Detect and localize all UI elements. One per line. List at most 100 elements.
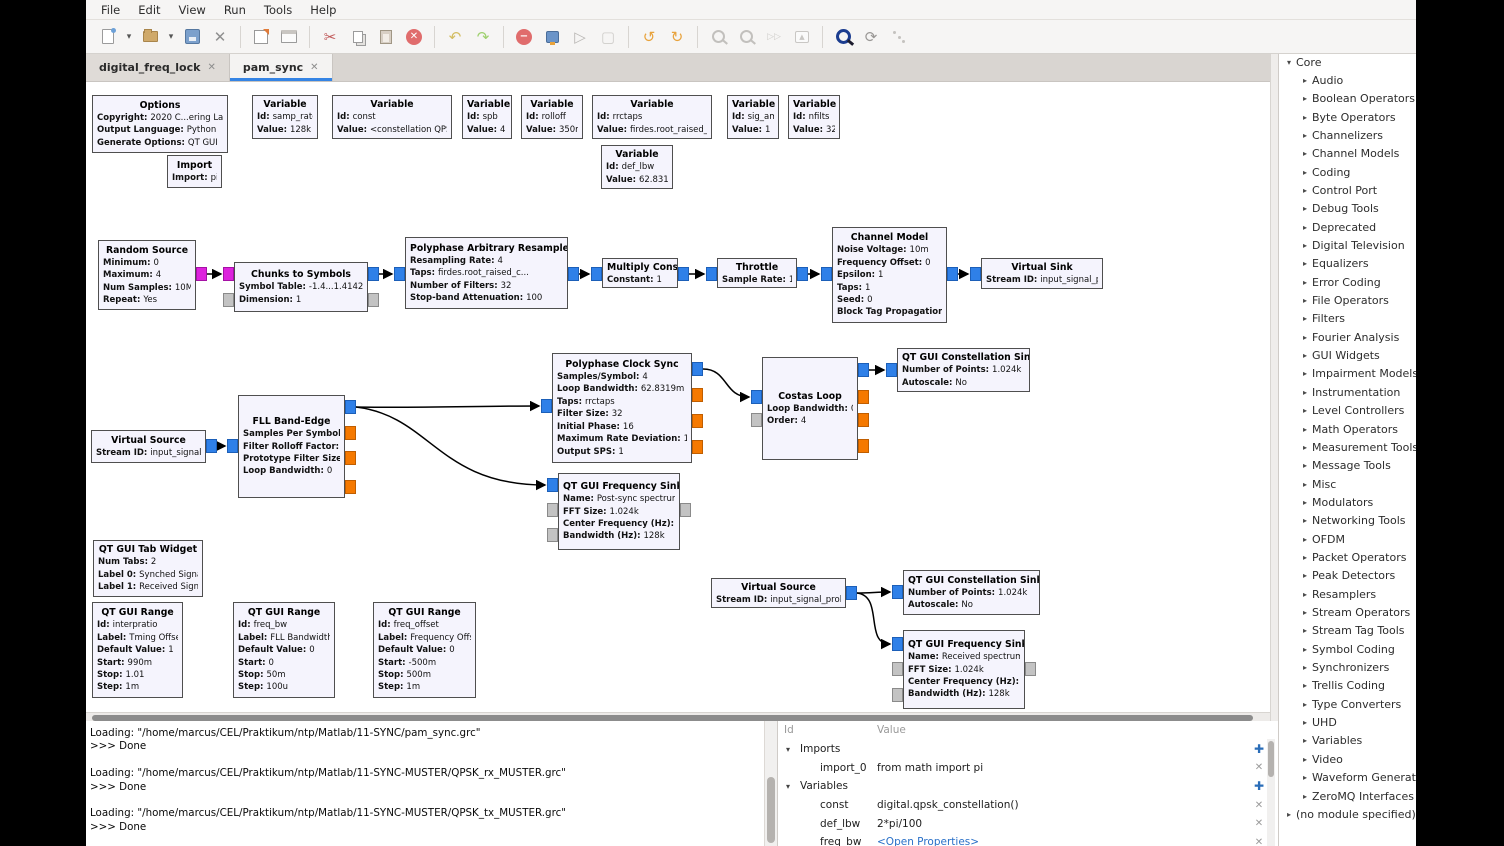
screenshot-icon[interactable] bbox=[276, 24, 302, 50]
library-category-modulators[interactable]: ▸Modulators bbox=[1279, 493, 1416, 511]
block-variable-const[interactable]: VariableId: constValue: <constellation Q… bbox=[332, 95, 452, 139]
library-category-byte-operators[interactable]: ▸Byte Operators bbox=[1279, 108, 1416, 126]
block-qt-gui-tab-widget[interactable]: QT GUI Tab WidgetNum Tabs: 2Label 0: Syn… bbox=[93, 540, 203, 597]
varpanel-row-def_lbw[interactable]: def_lbw2*pi/100✕ bbox=[778, 814, 1278, 833]
collapsed-arrow-icon[interactable]: ▸ bbox=[1300, 369, 1310, 378]
block-variable-samp-rate[interactable]: VariableId: samp_rateValue: 128k bbox=[252, 95, 318, 139]
block-costas-loop[interactable]: Costas LoopLoop Bandwidth: 0Order: 4 bbox=[762, 357, 858, 460]
output-port-polyphase-arbitrary-resampler[interactable] bbox=[568, 267, 579, 281]
varpanel-row-const[interactable]: constdigital.qpsk_constellation()✕ bbox=[778, 796, 1278, 815]
block-qt-gui-frequency-sink-1[interactable]: QT GUI Frequency SinkName: Post-sync spe… bbox=[558, 473, 680, 550]
collapsed-arrow-icon[interactable]: ▸ bbox=[1300, 736, 1310, 745]
collapsed-arrow-icon[interactable]: ▸ bbox=[1300, 406, 1310, 415]
collapsed-arrow-icon[interactable]: ▸ bbox=[1300, 131, 1310, 140]
disable-icon[interactable]: − bbox=[511, 24, 537, 50]
library-category-core[interactable]: ▾Core bbox=[1279, 54, 1416, 71]
connection-virtual-source2-to-freq-sink[interactable] bbox=[857, 593, 890, 644]
collapsed-arrow-icon[interactable]: ▸ bbox=[1300, 590, 1310, 599]
varpanel-row-variables[interactable]: ▾Variables✚ bbox=[778, 777, 1278, 796]
block-variable-def-lbw[interactable]: VariableId: def_lbwValue: 62.8319m bbox=[601, 145, 673, 189]
collapsed-arrow-icon[interactable]: ▸ bbox=[1300, 663, 1310, 672]
expanded-arrow-icon[interactable]: ▾ bbox=[1284, 58, 1294, 67]
zoom-in-icon[interactable] bbox=[705, 24, 731, 50]
input-port-chunks-to-symbols[interactable] bbox=[223, 293, 234, 307]
menu-run[interactable]: Run bbox=[215, 1, 255, 19]
bus-ports-icon[interactable] bbox=[886, 24, 912, 50]
flowgraph-properties-icon[interactable] bbox=[248, 24, 274, 50]
output-port-chunks-to-symbols[interactable] bbox=[368, 267, 379, 281]
block-channel-model[interactable]: Channel ModelNoise Voltage: 10mFrequency… bbox=[832, 227, 947, 323]
collapsed-arrow-icon[interactable]: ▸ bbox=[1300, 571, 1310, 580]
input-port-costas-loop[interactable] bbox=[751, 413, 762, 427]
collapsed-arrow-icon[interactable]: ▸ bbox=[1300, 259, 1310, 268]
library-category-impairment-models[interactable]: ▸Impairment Models bbox=[1279, 365, 1416, 383]
collapsed-arrow-icon[interactable]: ▸ bbox=[1300, 425, 1310, 434]
block-import[interactable]: ImportImport: pi bbox=[167, 155, 222, 188]
input-port-polyphase-arbitrary-resampler[interactable] bbox=[394, 267, 405, 281]
paste-icon[interactable] bbox=[373, 24, 399, 50]
canvas-horizontal-scrollbar[interactable] bbox=[86, 712, 1270, 721]
collapsed-arrow-icon[interactable]: ▸ bbox=[1300, 223, 1310, 232]
library-category-synchronizers[interactable]: ▸Synchronizers bbox=[1279, 659, 1416, 677]
collapsed-arrow-icon[interactable]: ▸ bbox=[1300, 645, 1310, 654]
block-variable-rrctaps[interactable]: VariableId: rrctapsValue: firdes.root_ra… bbox=[592, 95, 712, 139]
redo-icon[interactable]: ↷ bbox=[470, 24, 496, 50]
collapsed-arrow-icon[interactable]: ▸ bbox=[1300, 113, 1310, 122]
copy-icon[interactable] bbox=[345, 24, 371, 50]
input-port-throttle[interactable] bbox=[706, 267, 717, 281]
library-category-trellis-coding[interactable]: ▸Trellis Coding bbox=[1279, 677, 1416, 695]
output-port-fll-band-edge[interactable] bbox=[345, 426, 356, 440]
output-port-fll-band-edge[interactable] bbox=[345, 480, 356, 494]
console-scrollbar[interactable] bbox=[764, 721, 777, 846]
save-icon[interactable] bbox=[179, 24, 205, 50]
library-category--no-module-specified-[interactable]: ▸(no module specified) bbox=[1279, 805, 1416, 823]
collapsed-arrow-icon[interactable]: ▸ bbox=[1300, 443, 1310, 452]
collapsed-arrow-icon[interactable]: ▸ bbox=[1284, 810, 1294, 819]
new-file-dropdown-icon[interactable]: ▾ bbox=[123, 24, 135, 50]
block-fll-band-edge[interactable]: FLL Band-EdgeSamples Per Symbol: 4Filter… bbox=[238, 395, 345, 498]
collapsed-arrow-icon[interactable]: ▸ bbox=[1300, 241, 1310, 250]
library-category-boolean-operators[interactable]: ▸Boolean Operators bbox=[1279, 90, 1416, 108]
new-file-icon[interactable] bbox=[95, 24, 121, 50]
output-port-multiply-const[interactable] bbox=[678, 267, 689, 281]
collapsed-arrow-icon[interactable]: ▸ bbox=[1300, 168, 1310, 177]
library-category-packet-operators[interactable]: ▸Packet Operators bbox=[1279, 548, 1416, 566]
close-icon[interactable]: ✕ bbox=[207, 24, 233, 50]
output-port-costas-loop[interactable] bbox=[858, 439, 869, 453]
connection-clock-sync-to-costas[interactable] bbox=[703, 369, 749, 397]
block-chunks-to-symbols[interactable]: Chunks to SymbolsSymbol Table: -1.4...1.… bbox=[234, 262, 368, 312]
collapsed-arrow-icon[interactable]: ▸ bbox=[1300, 516, 1310, 525]
library-category-type-converters[interactable]: ▸Type Converters bbox=[1279, 695, 1416, 713]
collapsed-arrow-icon[interactable]: ▸ bbox=[1300, 480, 1310, 489]
rotate-cw-icon[interactable]: ↻ bbox=[664, 24, 690, 50]
collapsed-arrow-icon[interactable]: ▸ bbox=[1300, 461, 1310, 470]
tab-digital_freq_lock[interactable]: digital_freq_lock✕ bbox=[86, 54, 230, 81]
block-polyphase-arbitrary-resampler[interactable]: Polyphase Arbitrary ResamplerResampling … bbox=[405, 237, 568, 309]
connection-fll-to-clock-sync[interactable] bbox=[356, 406, 539, 407]
remove-icon[interactable]: ✕ bbox=[1252, 837, 1266, 846]
library-category-video[interactable]: ▸Video bbox=[1279, 750, 1416, 768]
library-category-coding[interactable]: ▸Coding bbox=[1279, 163, 1416, 181]
collapsed-arrow-icon[interactable]: ▸ bbox=[1300, 76, 1310, 85]
add-icon[interactable]: ✚ bbox=[1252, 742, 1266, 756]
library-category-fourier-analysis[interactable]: ▸Fourier Analysis bbox=[1279, 328, 1416, 346]
varpanel-row-imports[interactable]: ▾Imports✚ bbox=[778, 740, 1278, 759]
varpanel-row-freq_bw[interactable]: freq_bw<Open Properties>✕ bbox=[778, 833, 1278, 846]
library-category-measurement-tools[interactable]: ▸Measurement Tools bbox=[1279, 438, 1416, 456]
expanded-arrow-icon[interactable]: ▾ bbox=[786, 745, 790, 754]
library-category-level-controllers[interactable]: ▸Level Controllers bbox=[1279, 402, 1416, 420]
collapsed-arrow-icon[interactable]: ▸ bbox=[1300, 333, 1310, 342]
open-file-icon[interactable] bbox=[137, 24, 163, 50]
variable-value[interactable]: 2*pi/100 bbox=[877, 818, 922, 830]
block-random-source[interactable]: Random SourceMinimum: 0Maximum: 4Num Sam… bbox=[98, 240, 196, 310]
library-category-networking-tools[interactable]: ▸Networking Tools bbox=[1279, 512, 1416, 530]
block-qt-gui-frequency-sink-2[interactable]: QT GUI Frequency SinkName: Received spec… bbox=[903, 630, 1025, 709]
library-category-gui-widgets[interactable]: ▸GUI Widgets bbox=[1279, 347, 1416, 365]
open-file-dropdown-icon[interactable]: ▾ bbox=[165, 24, 177, 50]
library-category-equalizers[interactable]: ▸Equalizers bbox=[1279, 255, 1416, 273]
block-qt-gui-range-interpratio[interactable]: QT GUI RangeId: interpratioLabel: Tming … bbox=[92, 602, 183, 698]
collapsed-arrow-icon[interactable]: ▸ bbox=[1300, 498, 1310, 507]
block-virtual-sink[interactable]: Virtual SinkStream ID: input_signal_prob… bbox=[981, 258, 1103, 289]
block-variable-nfilts[interactable]: VariableId: nfiltsValue: 32 bbox=[788, 95, 840, 139]
output-port-polyphase-clock-sync[interactable] bbox=[692, 414, 703, 428]
